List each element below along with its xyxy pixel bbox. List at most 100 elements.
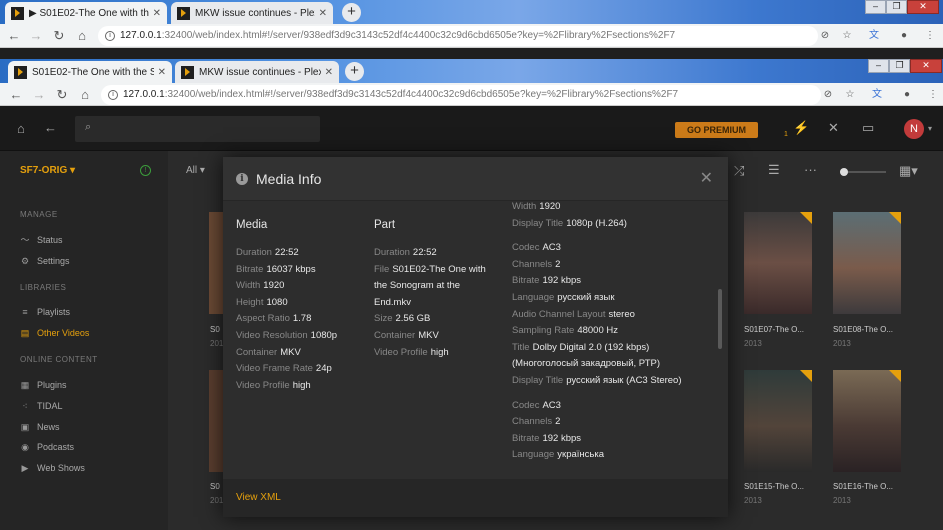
go-premium-button[interactable]: GO PREMIUM <box>675 122 758 138</box>
site-info-icon[interactable]: i <box>105 31 115 41</box>
outer-tab-inactive[interactable]: MKW issue continues - Plex Med ✕ <box>171 2 333 24</box>
maximize-button[interactable]: ❐ <box>889 59 910 73</box>
info-key: Display Title <box>512 217 564 229</box>
bookmark-star-icon[interactable]: ☆ <box>840 29 854 43</box>
info-value: stereo <box>608 308 635 320</box>
play-icon: ▶ <box>21 463 29 473</box>
translate-icon[interactable]: 文 <box>870 88 884 102</box>
outer-tab-active[interactable]: ▶ S01E02-The One with the Son ✕ <box>5 2 167 24</box>
search-input[interactable]: ⌕ <box>75 116 320 142</box>
url-field[interactable]: i 127.0.0.1:32400/web/index.html#!/serve… <box>98 26 818 46</box>
close-icon[interactable]: ✕ <box>319 8 327 19</box>
online-content-header: ONLINE CONTENT <box>20 355 98 364</box>
sidebar-item-podcasts[interactable]: ◉ Podcasts <box>20 442 74 452</box>
back-arrow-icon[interactable]: ← <box>44 120 57 135</box>
close-icon[interactable]: ✕ <box>325 67 333 78</box>
home-icon[interactable]: ⌂ <box>74 28 90 43</box>
modal-title: Media Info <box>256 171 322 187</box>
poster[interactable] <box>833 370 901 472</box>
outer-tab-strip: ▶ S01E02-The One with the Son ✕ MKW issu… <box>0 0 943 24</box>
view-xml-link[interactable]: View XML <box>236 492 281 503</box>
window-close-button[interactable]: ✕ <box>910 59 942 73</box>
poster[interactable] <box>833 212 901 314</box>
sidebar-item-news[interactable]: ▣ News <box>20 422 60 432</box>
info-row: Title Dolby Digital 2.0 (192 kbps) (Много… <box>512 340 712 373</box>
more-dots-icon[interactable]: ··· <box>804 162 817 177</box>
close-icon[interactable]: ✕ <box>158 67 166 78</box>
window-controls: – ❐ ✕ <box>865 0 939 14</box>
menu-dots-icon[interactable]: ⋮ <box>926 88 940 102</box>
sidebar-item-label: Status <box>37 235 63 245</box>
sidebar-item-status[interactable]: 〜 Status <box>20 235 63 245</box>
translate-icon[interactable]: 文 <box>867 29 881 43</box>
info-key: Bitrate <box>512 432 540 444</box>
filter-dropdown[interactable]: All ▾ <box>186 165 205 176</box>
poster-size-slider[interactable] <box>840 168 886 176</box>
poster-title: S01E07-The O... <box>744 325 805 334</box>
tools-icon[interactable]: ✕ <box>828 120 839 136</box>
modal-header: i Media Info ✕ <box>223 157 728 201</box>
inner-tab-active[interactable]: S01E02-The One with the Son ✕ <box>8 61 172 83</box>
plex-top-bar: ⌂ ← ⌕ GO PREMIUM ⚡ 1 ✕ ▭ N ▾ <box>0 106 943 151</box>
blocked-content-icon[interactable]: ⊘ <box>818 29 832 43</box>
sidebar-item-other-videos[interactable]: ▤ Other Videos <box>20 328 90 338</box>
url-field[interactable]: i 127.0.0.1:32400/web/index.html#!/serve… <box>101 85 821 105</box>
library-selector[interactable]: SF7-ORIG ▾ <box>20 165 75 176</box>
forward-arrow-icon[interactable]: → <box>31 87 47 102</box>
chevron-down-icon[interactable]: ▾ <box>928 124 932 133</box>
home-icon[interactable]: ⌂ <box>17 121 25 136</box>
info-key: Sampling Rate <box>512 325 575 337</box>
info-value: 192 kbps <box>542 432 582 444</box>
profile-icon[interactable]: ● <box>897 29 911 43</box>
window-controls: – ❐ ✕ <box>868 59 942 73</box>
forward-arrow-icon[interactable]: → <box>28 28 44 43</box>
window-close-button[interactable]: ✕ <box>907 0 939 14</box>
back-arrow-icon[interactable]: ← <box>6 28 22 43</box>
shuffle-icon[interactable]: ⤮ <box>734 163 744 179</box>
poster[interactable] <box>744 212 812 314</box>
reload-icon[interactable]: ↻ <box>54 87 70 103</box>
sidebar-item-label: Playlists <box>37 307 71 317</box>
blocked-content-icon[interactable]: ⊘ <box>821 88 835 102</box>
sidebar-item-plugins[interactable]: ▦ Plugins <box>20 380 67 390</box>
queue-icon[interactable]: ☰ <box>768 162 780 178</box>
back-arrow-icon[interactable]: ← <box>8 87 24 102</box>
home-icon[interactable]: ⌂ <box>77 87 93 102</box>
profile-icon[interactable]: ● <box>900 88 914 102</box>
sidebar-item-tidal[interactable]: ⁖ TIDAL <box>20 401 62 411</box>
info-row: Width 1920 <box>512 199 712 216</box>
info-row: Language українська <box>512 447 712 464</box>
sidebar-item-settings[interactable]: ⚙ Settings <box>20 256 70 266</box>
minimize-button[interactable]: – <box>865 0 886 14</box>
avatar[interactable]: N <box>904 119 924 139</box>
unwatched-flag <box>800 370 812 382</box>
scrollbar-thumb[interactable] <box>718 289 722 349</box>
close-icon[interactable]: ✕ <box>153 8 161 19</box>
poster[interactable] <box>209 370 223 472</box>
filter-label: All <box>186 165 198 176</box>
slider-handle[interactable] <box>840 168 848 176</box>
sidebar-item-label: Web Shows <box>37 463 85 473</box>
library-name: SF7-ORIG <box>20 165 68 176</box>
sidebar-item-web-shows[interactable]: ▶ Web Shows <box>20 463 85 473</box>
sidebar-item-playlists[interactable]: ≡ Playlists <box>20 307 70 317</box>
reload-icon[interactable]: ↻ <box>51 28 67 44</box>
poster-title: S01E08-The O... <box>833 325 894 334</box>
poster[interactable] <box>209 212 223 314</box>
site-info-icon[interactable]: i <box>108 90 118 100</box>
maximize-button[interactable]: ❐ <box>886 0 907 14</box>
plex-sidebar <box>0 151 168 530</box>
menu-dots-icon[interactable]: ⋮ <box>923 29 937 43</box>
poster-year: 201 <box>210 496 224 505</box>
minimize-button[interactable]: – <box>868 59 889 73</box>
cast-icon[interactable]: ▭ <box>862 120 874 136</box>
activity-icon[interactable]: ⚡ <box>793 120 809 136</box>
bookmark-star-icon[interactable]: ☆ <box>843 88 857 102</box>
modal-scrollbar[interactable] <box>718 201 722 479</box>
new-tab-button[interactable]: + <box>342 3 361 22</box>
grid-view-icon[interactable]: ▦▾ <box>899 163 918 179</box>
poster[interactable] <box>744 370 812 472</box>
close-icon[interactable]: ✕ <box>700 168 713 188</box>
new-tab-button[interactable]: + <box>345 62 364 81</box>
inner-tab-inactive[interactable]: MKW issue continues - Plex Med ✕ <box>175 61 339 83</box>
